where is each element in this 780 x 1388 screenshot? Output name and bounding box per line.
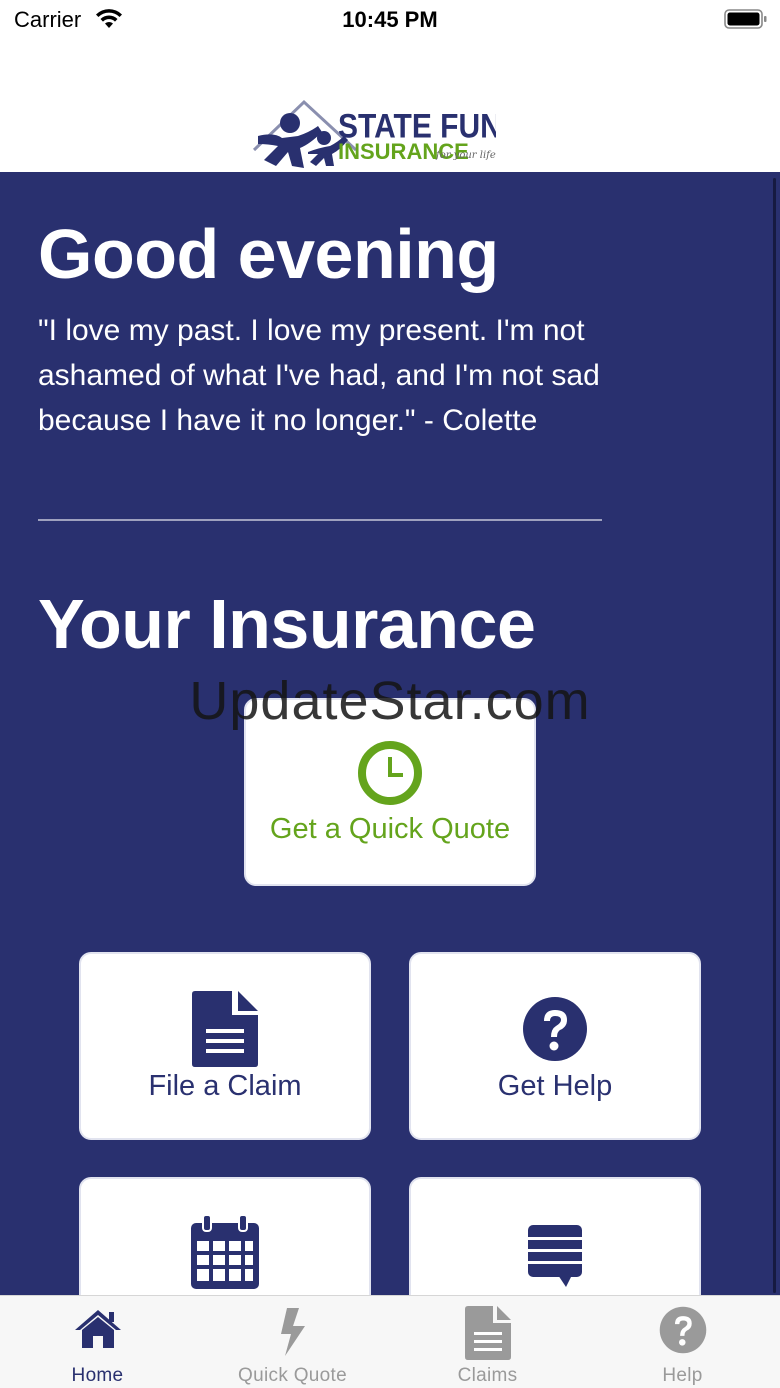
lightning-icon — [280, 1308, 305, 1356]
tab-bar: Home Quick Quote Claims Help — [0, 1295, 780, 1388]
tab-help-label: Help — [662, 1365, 703, 1386]
calendar-icon — [191, 1215, 259, 1289]
clock-icon — [358, 741, 422, 805]
home-icon — [74, 1310, 121, 1348]
get-help-card[interactable]: Get Help — [409, 952, 701, 1140]
question-circle-icon — [659, 1306, 706, 1354]
svg-text:for your life: for your life — [435, 150, 496, 161]
tab-home-label: Home — [71, 1365, 124, 1386]
tab-quick-quote[interactable]: Quick Quote — [195, 1296, 390, 1388]
calendar-card[interactable] — [79, 1177, 371, 1295]
greeting-heading: Good evening — [38, 215, 499, 293]
file-claim-card[interactable]: File a Claim — [79, 952, 371, 1140]
tab-claims-label: Claims — [457, 1365, 518, 1386]
tab-quick-quote-label: Quick Quote — [238, 1365, 347, 1386]
document-icon — [192, 991, 258, 1067]
watermark-text: UpdateStar.com — [189, 671, 591, 731]
your-insurance-heading: Your Insurance — [38, 585, 536, 663]
daily-quote: "I love my past. I love my present. I'm … — [38, 314, 600, 437]
clock-time: 10:45 PM — [342, 7, 438, 32]
messages-card[interactable] — [409, 1177, 701, 1295]
battery-icon — [724, 9, 767, 29]
message-icon — [528, 1225, 582, 1287]
tab-help[interactable]: Help — [585, 1296, 780, 1388]
get-help-label: Get Help — [497, 1070, 613, 1102]
tab-home[interactable]: Home — [0, 1296, 195, 1388]
home-content[interactable]: Good evening "I love my past. I love my … — [0, 172, 780, 1295]
scroll-indicator[interactable] — [773, 178, 776, 1293]
document-icon — [464, 1306, 511, 1360]
app-header: STATE FUND INSURANCE for your life — [0, 40, 780, 172]
status-bar: Carrier 10:45 PM — [0, 0, 780, 40]
file-claim-label: File a Claim — [148, 1070, 302, 1102]
tab-claims[interactable]: Claims — [390, 1296, 585, 1388]
question-circle-icon — [523, 997, 587, 1061]
quick-quote-label: Get a Quick Quote — [269, 813, 511, 845]
section-divider — [38, 519, 602, 521]
